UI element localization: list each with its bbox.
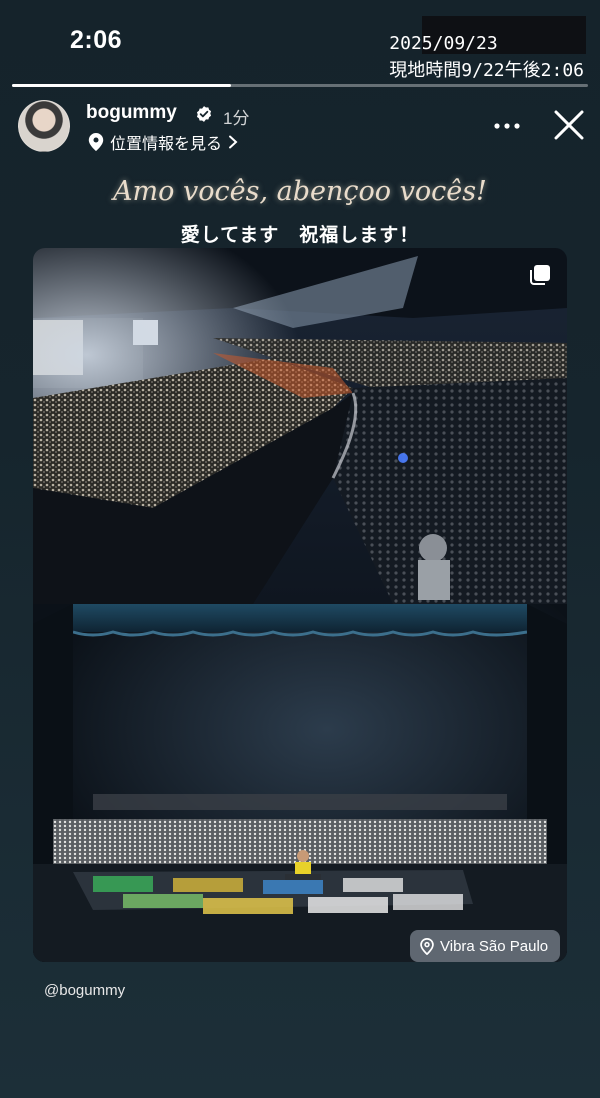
avatar[interactable] <box>18 100 70 152</box>
username[interactable]: bogummy <box>86 102 177 124</box>
location-pin-icon <box>88 133 104 151</box>
location-sticker-label: Vibra São Paulo <box>440 937 549 955</box>
status-bar: 2:06 2025/09/23 現地時間9/22午後2:06 <box>0 0 600 81</box>
story-progress-bar <box>12 84 588 87</box>
location-link[interactable]: 位置情報を見る <box>88 130 238 154</box>
chevron-right-icon <box>229 135 238 149</box>
location-link-label: 位置情報を見る <box>110 136 223 153</box>
multi-photo-icon <box>530 265 550 285</box>
story-title-japanese: 愛してます 祝福します！ <box>180 225 420 246</box>
mention-tag[interactable]: @bogummy <box>44 982 125 999</box>
location-sticker[interactable]: Vibra São Paulo <box>410 930 561 962</box>
time-ago: 1分 <box>223 109 250 128</box>
story-media[interactable] <box>33 248 567 962</box>
close-icon[interactable] <box>552 108 586 142</box>
timestamp-overlay: 2025/09/23 現地時間9/22午後2:06 <box>389 30 584 84</box>
stage-performer-photo <box>33 604 567 962</box>
more-horizontal-icon <box>494 123 520 129</box>
arena-audience-photo <box>33 248 567 604</box>
story-header: bogummy 1分 位置情報を見る <box>0 96 600 156</box>
date-text: 2025/09/23 <box>389 33 498 54</box>
verified-badge-icon <box>196 106 212 122</box>
location-pin-icon <box>420 937 434 955</box>
clock-time: 2:06 <box>70 26 123 54</box>
story-progress-fill <box>12 84 231 87</box>
local-time-text: 現地時間9/22午後2:06 <box>389 60 584 81</box>
story-title-portuguese: Amo vocês, abençoo vocês! <box>113 176 487 207</box>
